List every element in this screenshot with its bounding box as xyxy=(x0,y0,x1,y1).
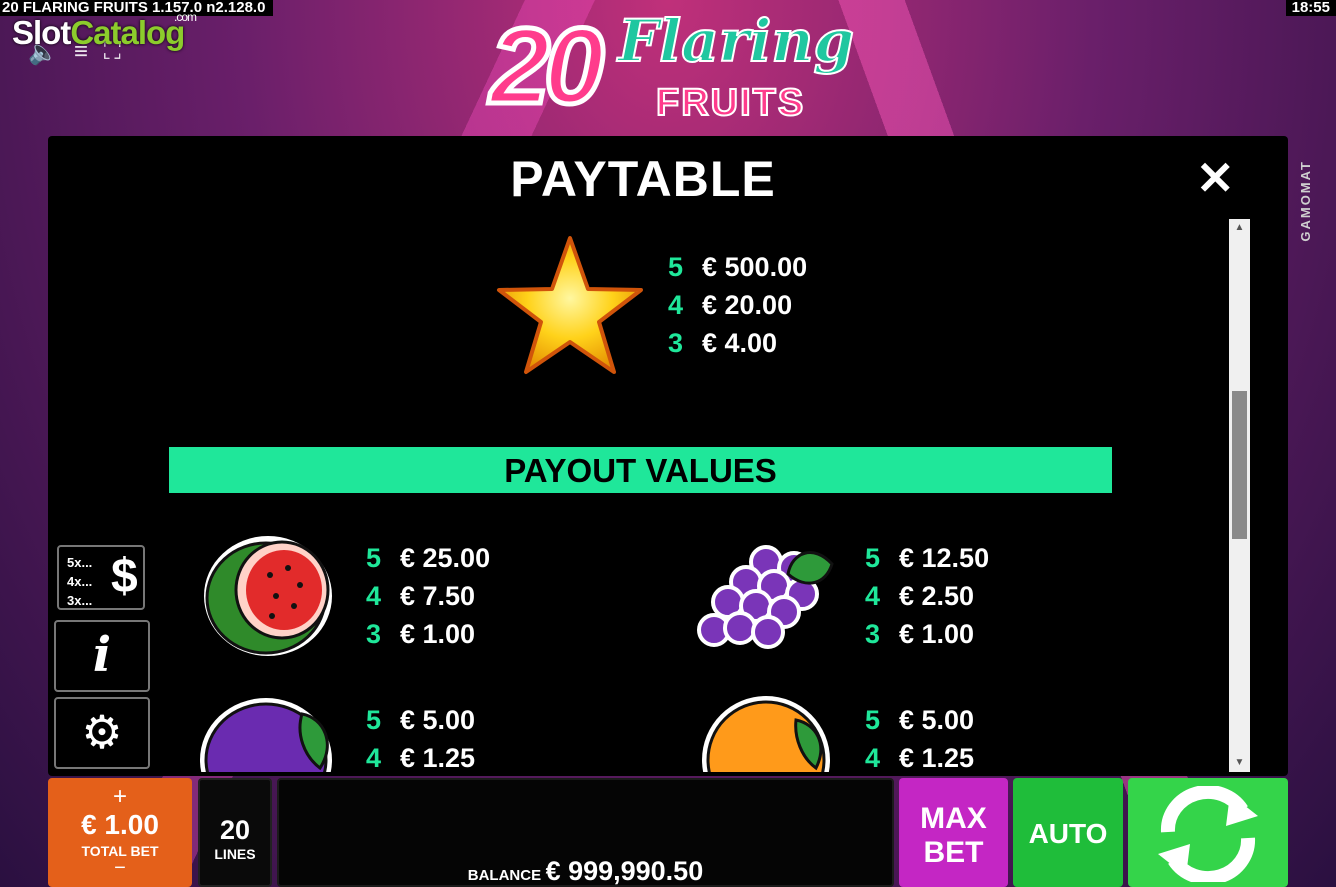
scrollbar[interactable]: ▲ ▼ xyxy=(1229,219,1250,772)
watermelon-icon xyxy=(204,536,332,656)
grapes-icon xyxy=(697,545,834,649)
pay-row: 4 € 2.50 xyxy=(865,577,989,615)
balance-label: BALANCE xyxy=(467,867,542,884)
pay-value: € 1.00 xyxy=(899,619,975,649)
lines-display: 20 LINES xyxy=(198,778,272,887)
pay-value: € 5.00 xyxy=(400,705,476,735)
paytable-button-lines: 5x... 4x... 3x... xyxy=(67,553,92,610)
watermelon-pays: 5 € 25.00 4 € 7.50 3 € 1.00 xyxy=(366,539,490,653)
pay-row: 4 € 1.25 xyxy=(865,739,974,777)
pay-count: 5 xyxy=(865,705,881,735)
logo-number: 20 xyxy=(487,5,606,126)
bet-plus-icon[interactable]: + xyxy=(48,785,192,809)
spin-button[interactable] xyxy=(1128,778,1288,887)
auto-label: AUTO xyxy=(1028,818,1108,849)
pay-value: € 7.50 xyxy=(400,581,476,611)
pay-row: 4 € 20.00 xyxy=(668,286,807,324)
pay-value: € 4.00 xyxy=(702,328,778,358)
pay-value: € 20.00 xyxy=(702,290,793,320)
pay-count: 5 xyxy=(865,543,881,573)
pay-row: 3 € 1.00 xyxy=(865,615,989,653)
pay-row: 5 € 5.00 xyxy=(865,701,974,739)
pay-row: 3 € 4.00 xyxy=(668,324,807,362)
pay-count: 5 xyxy=(668,252,684,282)
pay-count: 4 xyxy=(366,743,382,773)
maxbet-line2: BET xyxy=(923,836,984,869)
pay-value: € 2.50 xyxy=(899,581,975,611)
max-bet-button[interactable]: MAX BET xyxy=(899,778,1008,887)
pay-row: 5 € 12.50 xyxy=(865,539,989,577)
logo-line2: FRUITS xyxy=(655,82,806,124)
balance-value: € 999,990.50 xyxy=(545,856,704,886)
paytable-button[interactable]: 5x... 4x... 3x... $ xyxy=(57,545,145,610)
spin-icon xyxy=(1158,786,1258,882)
pay-row: 4 € 1.25 xyxy=(366,739,475,777)
pay-count: 5 xyxy=(366,705,382,735)
clock: 18:55 xyxy=(1285,0,1336,16)
pay-count: 4 xyxy=(865,581,881,611)
pay-count: 4 xyxy=(668,290,684,320)
scroll-down-icon[interactable]: ▼ xyxy=(1229,754,1250,772)
pay-value: € 1.25 xyxy=(899,743,975,773)
pay-row: 3 € 1.00 xyxy=(366,615,490,653)
paytable-title: PAYTABLE xyxy=(510,151,776,207)
balance-display: BALANCE € 999,990.50 xyxy=(277,778,894,887)
pay-count: 4 xyxy=(865,743,881,773)
watermark-com: .com xyxy=(174,10,197,24)
pay-row: 5 € 25.00 xyxy=(366,539,490,577)
autoplay-button[interactable]: AUTO xyxy=(1013,778,1123,887)
maxbet-line1: MAX xyxy=(920,802,987,835)
orange-icon xyxy=(702,696,830,772)
info-button[interactable]: i xyxy=(54,620,150,692)
paytable-line: 3x... xyxy=(67,593,93,608)
pay-value: € 1.00 xyxy=(400,619,476,649)
watermark: SlotCatalog .com xyxy=(12,10,197,52)
game-logo: 20 Flaring FRUITS xyxy=(487,4,860,130)
pay-count: 3 xyxy=(668,328,684,358)
plum-pays: 5 € 5.00 4 € 1.25 xyxy=(366,701,475,777)
plum-symbol xyxy=(196,694,346,772)
pay-value: € 500.00 xyxy=(702,252,808,282)
pay-row: 5 € 5.00 xyxy=(366,701,475,739)
star-icon xyxy=(497,236,643,374)
pay-value: € 1.25 xyxy=(400,743,476,773)
orange-symbol xyxy=(700,694,840,772)
paytable-line: 4x... xyxy=(67,574,93,589)
lines-label: LINES xyxy=(214,846,256,862)
pay-value: € 25.00 xyxy=(400,543,491,573)
pay-value: € 5.00 xyxy=(899,705,975,735)
bet-minus-icon[interactable]: − xyxy=(48,858,192,878)
logo-line1: Flaring xyxy=(617,7,855,75)
total-bet-button[interactable]: + € 1.00 TOTAL BET − xyxy=(48,778,192,887)
pay-value: € 12.50 xyxy=(899,543,990,573)
settings-button[interactable]: ⚙ xyxy=(54,697,150,769)
pay-row: 4 € 7.50 xyxy=(366,577,490,615)
scroll-thumb[interactable] xyxy=(1232,391,1247,539)
star-pays: 5 € 500.00 4 € 20.00 3 € 4.00 xyxy=(668,248,807,362)
watermark-catalog: Catalog xyxy=(70,14,185,51)
paytable-line: 5x... xyxy=(67,555,93,570)
bet-value: € 1.00 xyxy=(81,809,159,840)
pay-row: 5 € 500.00 xyxy=(668,248,807,286)
brand-label: GAMOMAT xyxy=(1298,160,1313,242)
lines-value: 20 xyxy=(219,815,251,845)
scroll-up-icon[interactable]: ▲ xyxy=(1229,219,1250,237)
grapes-pays: 5 € 12.50 4 € 2.50 3 € 1.00 xyxy=(865,539,989,653)
payout-values-header: PAYOUT VALUES xyxy=(169,447,1112,493)
pay-count: 3 xyxy=(366,619,382,649)
plum-icon xyxy=(200,698,332,772)
close-button[interactable]: ✕ xyxy=(1196,155,1235,201)
dollar-icon: $ xyxy=(111,550,138,603)
orange-pays: 5 € 5.00 4 € 1.25 xyxy=(865,701,974,777)
pay-count: 5 xyxy=(366,543,382,573)
settings-icon: ⚙ xyxy=(81,706,123,758)
pay-count: 4 xyxy=(366,581,382,611)
watermark-slot: Slot xyxy=(12,14,71,51)
info-icon: i xyxy=(92,627,112,683)
pay-count: 3 xyxy=(865,619,881,649)
